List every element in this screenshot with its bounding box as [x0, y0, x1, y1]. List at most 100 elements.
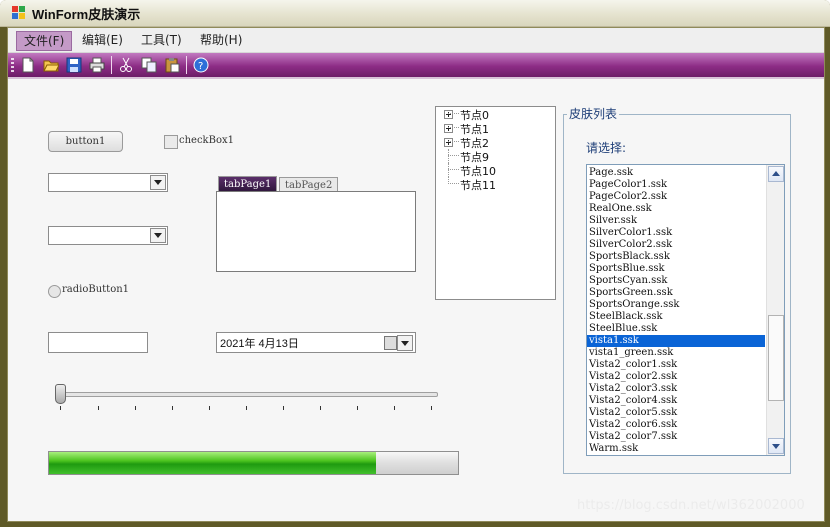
window-title: WinForm皮肤演示 — [32, 7, 141, 22]
slider-tick — [320, 406, 321, 410]
skin-list-item[interactable]: Vista2_color7.ssk — [587, 431, 765, 443]
progress-bar — [48, 451, 459, 475]
tree-connector — [448, 127, 459, 128]
app-icon — [12, 6, 26, 20]
skin-list-item[interactable]: Vista2_color3.ssk — [587, 383, 765, 395]
checkbox1[interactable] — [164, 135, 178, 149]
toolbar-border — [8, 77, 824, 79]
tree-connector — [448, 169, 459, 170]
skin-list-item[interactable]: SteelBlue.ssk — [587, 323, 765, 335]
expand-icon[interactable] — [444, 110, 453, 119]
tree-connector — [448, 141, 459, 142]
new-file-icon[interactable] — [20, 57, 36, 73]
title-bar: WinForm皮肤演示 — [0, 0, 830, 27]
skin-list-item[interactable]: SportsBlack.ssk — [587, 251, 765, 263]
skin-list-item[interactable]: SportsCyan.ssk — [587, 275, 765, 287]
tree-connector — [448, 183, 459, 184]
skin-list-item[interactable]: SportsOrange.ssk — [587, 299, 765, 311]
skin-list-item[interactable]: SilverColor1.ssk — [587, 227, 765, 239]
skin-list-item[interactable]: Vista2_color2.ssk — [587, 371, 765, 383]
copy-icon[interactable] — [141, 57, 157, 73]
skin-list-item[interactable]: Vista2_color4.ssk — [587, 395, 765, 407]
skin-list-item[interactable]: Warm.ssk — [587, 443, 765, 455]
skin-list-item[interactable]: Vista2_color5.ssk — [587, 407, 765, 419]
skin-list-item[interactable]: vista1.ssk — [587, 335, 765, 347]
skin-list-item[interactable]: Silver.ssk — [587, 215, 765, 227]
menu-tools[interactable]: 工具(T) — [134, 31, 189, 49]
toolbar: ? — [8, 53, 824, 77]
skin-listbox[interactable]: Page.ssk PageColor1.ssk PageColor2.ssk Real… — [586, 164, 785, 456]
skin-list-item[interactable]: SportsBlue.ssk — [587, 263, 765, 275]
skin-list-title: 皮肤列表 — [567, 105, 620, 122]
vertical-scrollbar[interactable] — [766, 165, 784, 455]
chevron-down-icon[interactable] — [150, 175, 166, 190]
open-folder-icon[interactable] — [43, 57, 60, 73]
date-picker[interactable]: 2021年 4月13日 — [216, 332, 416, 353]
checkbox1-label[interactable]: checkBox1 — [179, 135, 234, 146]
paste-icon[interactable] — [164, 57, 180, 73]
chevron-down-icon[interactable] — [397, 335, 413, 351]
slider-thumb[interactable] — [55, 384, 66, 404]
date-value[interactable]: 2021年 4月13日 — [220, 335, 299, 351]
skin-list-item[interactable]: PageColor2.ssk — [587, 191, 765, 203]
print-icon[interactable] — [89, 57, 105, 73]
slider-tick — [394, 406, 395, 410]
client-area: 文件(F) 编辑(E) 工具(T) 帮助(H) ? button1 checkB… — [7, 27, 825, 522]
tree-view[interactable]: 节点0 节点1 节点2 节点9 节点10 节点11 — [435, 106, 556, 300]
tree-connector — [448, 155, 459, 156]
slider-tick — [246, 406, 247, 410]
scroll-down-icon[interactable] — [768, 438, 784, 454]
skin-list-item[interactable]: Vista2_color1.ssk — [587, 359, 765, 371]
tree-node-label[interactable]: 节点11 — [460, 177, 496, 193]
skin-list-item[interactable]: PageColor1.ssk — [587, 179, 765, 191]
button1[interactable]: button1 — [48, 131, 123, 152]
slider-tick — [60, 406, 61, 410]
slider-tick — [357, 406, 358, 410]
skin-list-item[interactable]: Page.ssk — [587, 167, 765, 179]
radio-button1[interactable] — [48, 285, 61, 298]
radio-button1-label[interactable]: radioButton1 — [62, 284, 129, 295]
slider-tick — [135, 406, 136, 410]
combobox-2[interactable] — [48, 226, 168, 245]
tree-connector — [448, 163, 449, 177]
skin-list-item[interactable]: SilverColor2.ssk — [587, 239, 765, 251]
slider-track[interactable] — [56, 392, 438, 397]
watermark-url: https://blog.csdn.net/wl362002000 — [577, 498, 805, 513]
menu-bar: 文件(F) 编辑(E) 工具(T) 帮助(H) — [8, 28, 824, 53]
calendar-icon[interactable] — [384, 336, 397, 350]
tab-page1[interactable]: tabPage1 — [218, 176, 278, 192]
tree-connector — [448, 149, 449, 163]
skin-list-item[interactable]: RealOne.ssk — [587, 203, 765, 215]
combobox-1[interactable] — [48, 173, 168, 192]
toolbar-separator — [186, 56, 187, 74]
slider-tick — [431, 406, 432, 410]
skin-list-item[interactable]: SteelBlack.ssk — [587, 311, 765, 323]
menu-edit[interactable]: 编辑(E) — [75, 31, 130, 49]
app-window: WinForm皮肤演示 文件(F) 编辑(E) 工具(T) 帮助(H) ? bu… — [0, 0, 830, 527]
expand-icon[interactable] — [444, 124, 453, 133]
cut-icon[interactable] — [118, 57, 134, 73]
scroll-up-icon[interactable] — [768, 166, 784, 182]
slider-tick — [98, 406, 99, 410]
help-icon[interactable]: ? — [193, 57, 209, 73]
tab-page2[interactable]: tabPage2 — [279, 177, 339, 192]
tree-connector — [448, 113, 459, 114]
scroll-thumb[interactable] — [768, 315, 784, 401]
save-icon[interactable] — [66, 57, 82, 73]
toolbar-separator — [111, 56, 112, 74]
slider-tick — [283, 406, 284, 410]
expand-icon[interactable] — [444, 138, 453, 147]
toolbar-grip[interactable] — [11, 58, 14, 72]
chevron-down-icon[interactable] — [150, 228, 166, 243]
skin-prompt: 请选择: — [586, 141, 627, 155]
skin-list-item[interactable]: SportsGreen.ssk — [587, 287, 765, 299]
skin-list-item[interactable]: Vista2_color6.ssk — [587, 419, 765, 431]
menu-file[interactable]: 文件(F) — [16, 31, 73, 51]
menu-help[interactable]: 帮助(H) — [193, 31, 249, 49]
skin-list-items: Page.ssk PageColor1.ssk PageColor2.ssk Real… — [587, 165, 765, 455]
slider-tick — [209, 406, 210, 410]
text-input[interactable] — [48, 332, 148, 353]
slider-tick — [172, 406, 173, 410]
skin-list-item[interactable]: vista1_green.ssk — [587, 347, 765, 359]
svg-text:?: ? — [198, 61, 203, 72]
